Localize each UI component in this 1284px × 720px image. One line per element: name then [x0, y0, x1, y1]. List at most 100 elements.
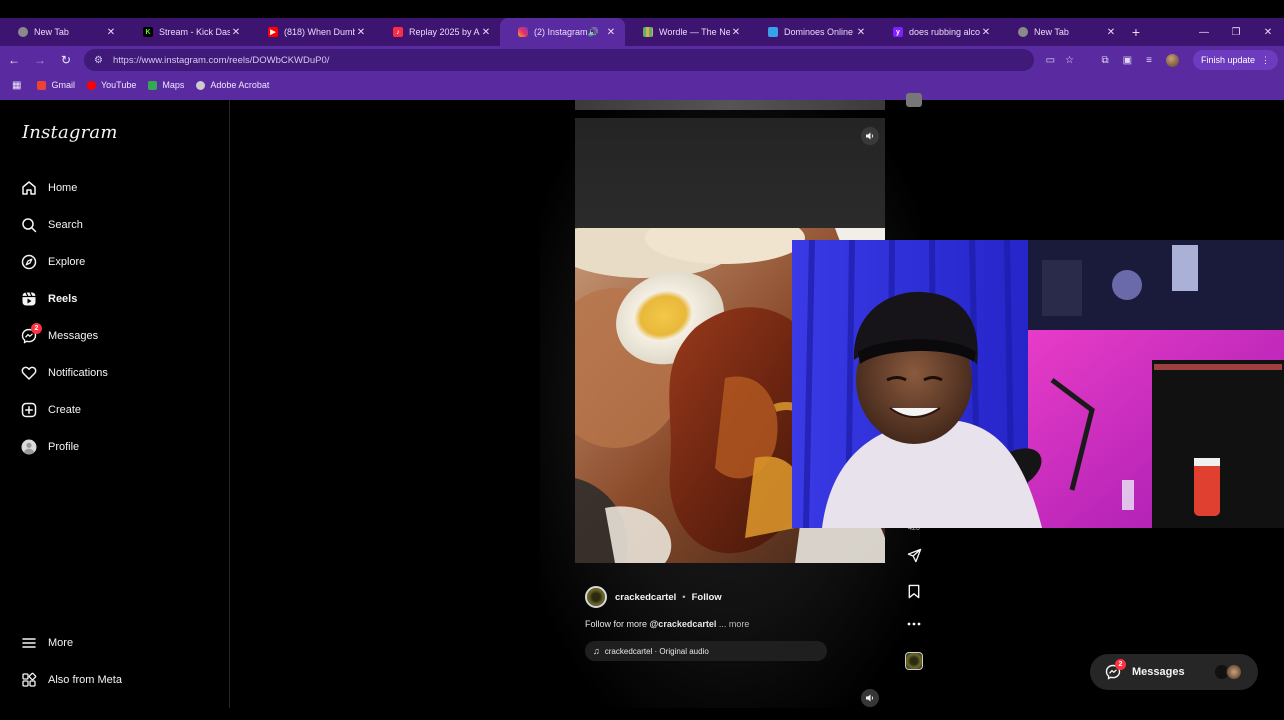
apple-music-icon: ♪ [393, 27, 403, 37]
reel-author-row: crackedcartel • Follow [585, 586, 722, 608]
tab-close-icon[interactable]: ✕ [730, 27, 742, 38]
toolbar-actions: ⧉ ▣ ≡ Finish update ⋮ [1102, 46, 1278, 74]
minimize-icon[interactable]: — [1188, 18, 1220, 46]
address-bar[interactable]: ⚙ https://www.instagram.com/reels/DOWbCK… [84, 49, 1034, 71]
bookmark-label: Adobe Acrobat [210, 80, 270, 90]
author-username[interactable]: crackedcartel [615, 592, 676, 603]
reel-mute-button-top[interactable] [861, 127, 879, 145]
nav-reels[interactable]: Reels [20, 287, 77, 311]
back-arrow-icon[interactable]: ← [2, 48, 26, 72]
tab-yahoo-search[interactable]: y does rubbing alcohol ✕ [875, 18, 1000, 46]
caption-mention-link[interactable]: @crackedcartel [650, 619, 717, 629]
messenger-icon: 2 [1104, 659, 1126, 681]
nav-create[interactable]: Create [20, 398, 81, 422]
profile-avatar[interactable] [1165, 53, 1179, 67]
share-button[interactable] [904, 546, 924, 564]
gmail-icon [37, 80, 47, 90]
audio-thumbnail[interactable] [905, 652, 923, 670]
tab-close-icon[interactable]: ✕ [480, 27, 492, 38]
wordle-icon [643, 27, 653, 37]
install-app-icon[interactable]: ▭ [1046, 55, 1055, 66]
previous-reel-edge [575, 100, 885, 110]
nav-reels-label: Reels [48, 293, 78, 305]
tab-instagram[interactable]: (2) Instagram 🔊 ✕ [500, 18, 625, 46]
tab-title: New Tab [34, 27, 69, 37]
messages-badge: 2 [31, 323, 42, 334]
reel-audio-link[interactable]: ♫ crackedcartel · Original audio [585, 641, 827, 661]
nav-search[interactable]: Search [20, 213, 83, 237]
reel-caption: Follow for more @crackedcartel ... more [585, 619, 749, 629]
finish-update-button[interactable]: Finish update ⋮ [1192, 50, 1278, 70]
site-settings-icon[interactable]: ⚙ [94, 55, 103, 66]
plus-square-icon [20, 401, 38, 419]
nav-home-label: Home [48, 182, 78, 194]
floating-messages-button[interactable]: 2 Messages [1090, 654, 1258, 690]
screen: New Tab ✕ K Stream - Kick Dashbo ✕ ▶ (81… [0, 0, 1284, 720]
tab-kick-dashboard[interactable]: K Stream - Kick Dashbo ✕ [125, 18, 250, 46]
nav-profile-label: Profile [48, 441, 80, 453]
tab-close-icon[interactable]: ✕ [605, 27, 617, 38]
nav-explore[interactable]: Explore [20, 250, 85, 274]
save-button[interactable] [904, 582, 924, 600]
tab-close-icon[interactable]: ✕ [855, 27, 867, 38]
chrome-icon [1018, 27, 1028, 37]
nav-messages[interactable]: 2 Messages [20, 323, 98, 348]
bookmark-star-icon[interactable]: ☆ [1065, 55, 1074, 66]
tab-close-icon[interactable]: ✕ [355, 27, 367, 38]
tab-apple-replay[interactable]: ♪ Replay 2025 by Apple ✕ [375, 18, 500, 46]
tab-youtube[interactable]: ▶ (818) When Dumb Pe ✕ [250, 18, 375, 46]
caption-more-link[interactable]: ... more [716, 619, 750, 629]
apps-grid-icon[interactable]: ▦ [12, 80, 21, 91]
bookmark-maps[interactable]: Maps [148, 80, 184, 90]
reel-mute-button-bottom[interactable] [861, 689, 879, 707]
close-window-icon[interactable]: ✕ [1252, 18, 1284, 46]
author-avatar[interactable] [585, 586, 607, 608]
instagram-logo[interactable]: Instagram [22, 122, 118, 143]
bookmark-youtube[interactable]: YouTube [86, 80, 137, 90]
tab-close-icon[interactable]: ✕ [980, 27, 992, 38]
dominoes-icon [768, 27, 778, 37]
tab-new-tab-1[interactable]: New Tab ✕ [0, 18, 125, 46]
speaker-icon[interactable]: 🔊 [588, 27, 599, 38]
paper-plane-icon [907, 548, 921, 562]
previous-reel-audio-thumbnail[interactable] [906, 93, 922, 107]
globe-icon [196, 80, 206, 90]
media-controls-icon[interactable]: ≡ [1146, 55, 1152, 66]
search-icon [20, 216, 38, 234]
restore-icon[interactable]: ❐ [1220, 18, 1252, 46]
youtube-icon [86, 80, 96, 90]
reel-loading-area [575, 118, 885, 228]
chat-avatar [1226, 664, 1242, 680]
kick-icon: K [143, 27, 153, 37]
forward-arrow-icon[interactable]: → [28, 48, 52, 72]
maps-icon [148, 80, 158, 90]
extensions-icon[interactable]: ⧉ [1102, 55, 1109, 66]
nav-profile[interactable]: Profile [20, 435, 79, 459]
window-controls: — ❐ ✕ [1188, 18, 1284, 46]
bookmark-label: Gmail [51, 80, 75, 90]
new-tab-plus-icon[interactable]: + [1125, 18, 1147, 46]
tab-wordle[interactable]: Wordle — The New Y ✕ [625, 18, 750, 46]
nav-home[interactable]: Home [20, 176, 77, 200]
nav-notifications[interactable]: Notifications [20, 361, 108, 385]
more-options-button[interactable] [904, 617, 924, 631]
nav-also-from-meta[interactable]: Also from Meta [20, 668, 122, 692]
tab-dominoes[interactable]: Dominoes Online - Pl ✕ [750, 18, 875, 46]
bookmark-adobe-acrobat[interactable]: Adobe Acrobat [196, 80, 269, 90]
tab-close-icon[interactable]: ✕ [105, 27, 117, 38]
nav-more-label: More [48, 637, 74, 649]
finish-update-label: Finish update [1200, 55, 1255, 65]
reload-icon[interactable]: ↻ [54, 48, 78, 72]
reels-icon [20, 290, 38, 308]
tab-title: Replay 2025 by Apple [409, 27, 480, 37]
follow-button[interactable]: Follow [692, 592, 722, 603]
bookmark-label: YouTube [100, 80, 137, 90]
tab-new-tab-2[interactable]: New Tab ✕ [1000, 18, 1125, 46]
author-separator: • [682, 591, 686, 603]
tab-close-icon[interactable]: ✕ [1105, 27, 1117, 38]
tab-title: Stream - Kick Dashbo [159, 27, 230, 37]
nav-more[interactable]: More [20, 631, 73, 655]
tab-search-icon[interactable]: ▣ [1123, 55, 1132, 66]
bookmark-gmail[interactable]: Gmail [37, 80, 75, 90]
tab-close-icon[interactable]: ✕ [230, 27, 242, 38]
